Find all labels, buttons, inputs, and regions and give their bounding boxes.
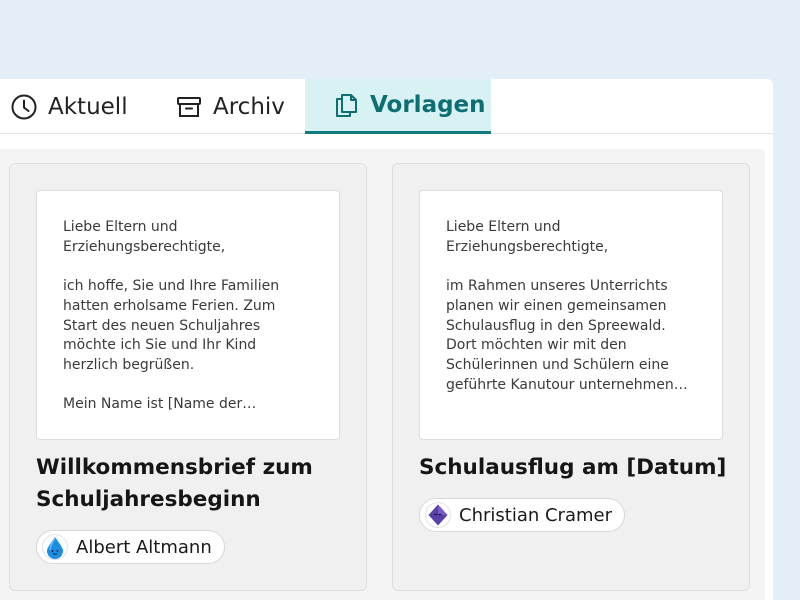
tab-bar: Aktuell Archiv Vorlagen xyxy=(0,79,773,134)
water-drop-avatar-icon xyxy=(42,534,68,560)
preview-paragraph: ich hoffe, Sie und Ihre Familien hatten … xyxy=(63,278,280,373)
tab-label: Aktuell xyxy=(48,93,128,120)
diamond-avatar-icon xyxy=(425,502,451,528)
tab-label: Archiv xyxy=(213,93,285,120)
template-title: Schulausflug am [Datum] xyxy=(419,455,727,480)
tab-aktuell[interactable]: Aktuell xyxy=(10,79,140,134)
main-panel: Aktuell Archiv Vorlagen Liebe Eltern und… xyxy=(0,79,773,600)
template-preview: Liebe Eltern und Erziehungsberechtigte, … xyxy=(419,190,723,440)
preview-paragraph: Liebe Eltern und Erziehungsberechtigte, xyxy=(63,219,226,255)
archive-icon xyxy=(175,93,203,121)
author-name: Albert Altmann xyxy=(76,536,212,558)
author-chip[interactable]: Albert Altmann xyxy=(36,530,225,564)
preview-paragraph: Liebe Eltern und Erziehungsberechtigte, xyxy=(446,219,609,255)
template-card[interactable]: Liebe Eltern und Erziehungsberechtigte, … xyxy=(9,163,367,591)
template-preview: Liebe Eltern und Erziehungsberechtigte, … xyxy=(36,190,340,440)
author-name: Christian Cramer xyxy=(459,504,612,526)
tab-archiv[interactable]: Archiv xyxy=(175,79,300,134)
preview-paragraph: im Rahmen unseres Unterrichts planen wir… xyxy=(446,278,674,393)
copy-icon xyxy=(332,91,360,119)
tab-vorlagen[interactable]: Vorlagen xyxy=(305,79,491,134)
template-title: Willkommensbrief zum Schuljahresbeginn xyxy=(36,455,313,512)
template-card[interactable]: Liebe Eltern und Erziehungsberechtigte, … xyxy=(392,163,750,591)
preview-paragraph: Mein Name ist [Name der Lehrkraft] und i… xyxy=(63,396,243,413)
author-chip[interactable]: Christian Cramer xyxy=(419,498,625,532)
tab-label: Vorlagen xyxy=(370,92,486,118)
clock-icon xyxy=(10,93,38,121)
